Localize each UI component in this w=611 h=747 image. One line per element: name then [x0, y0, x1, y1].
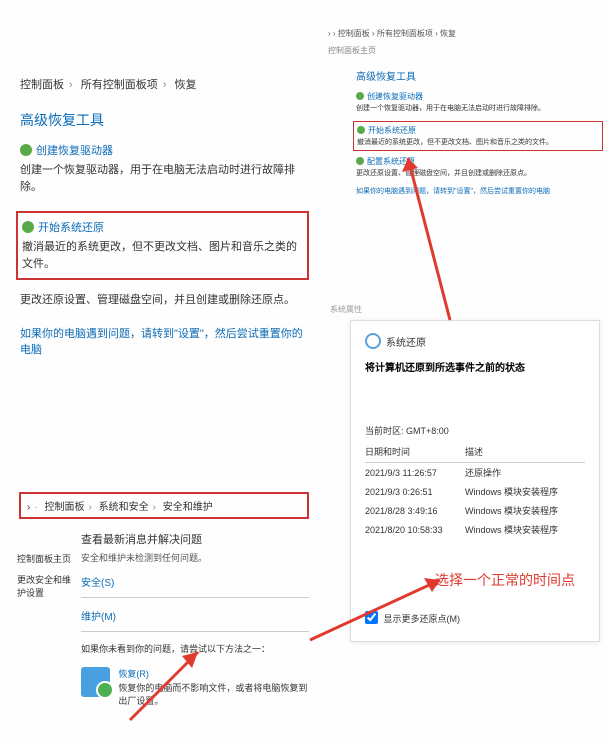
sidebar-item-home[interactable]: 控制面板主页	[17, 552, 72, 565]
option-start-system-restore[interactable]: 开始系统还原 撤消最近的系统更改，但不更改文档、图片和音乐之类的文件。	[357, 125, 599, 147]
highlight-red-box: 开始系统还原 撤消最近的系统更改，但不更改文档、图片和音乐之类的文件。	[353, 121, 603, 151]
dialog-heading: 将计算机还原到所选事件之前的状态	[365, 359, 585, 374]
dialog-title: 系统还原	[365, 333, 585, 349]
fine-print-link[interactable]: 如果你的电脑遇到问题，请转到"设置"，然后尝试重置你的电脑	[356, 186, 600, 196]
recovery-desc: 恢复你的电脑而不影响文件，或者将电脑恢复到出厂设置。	[118, 682, 309, 707]
table-row[interactable]: 2021/9/3 0:26:51Windows 模块安装程序	[365, 482, 585, 501]
option-create-recovery-drive[interactable]: 创建恢复驱动器 创建一个恢复驱动器，用于在电脑无法启动时进行故障排除。	[20, 142, 305, 195]
page-title: 高级恢复工具	[20, 110, 305, 130]
crumb-recovery[interactable]: 恢复	[174, 79, 196, 91]
crumb-arrow: ›	[27, 502, 30, 513]
option-desc: 更改还原设置、管理磁盘空间，并且创建或删除还原点。	[356, 168, 600, 178]
timezone-label: 当前时区: GMT+8:00	[365, 424, 585, 437]
table-row[interactable]: 2021/9/3 11:26:57还原操作	[365, 463, 585, 483]
security-expand-link[interactable]: 安全(S)	[81, 574, 309, 589]
crumb-control-panel[interactable]: 控制面板	[20, 79, 64, 91]
fine-print-link[interactable]: 如果你的电脑遇到问题，请转到"设置"，然后尝试重置你的电脑	[20, 325, 305, 357]
option-configure-restore[interactable]: 更改还原设置、管理磁盘空间，并且创建或删除还原点。	[20, 292, 305, 309]
recovery-panel-small: › › 控制面板 › 所有控制面板项 › 恢复 控制面板主页 高级恢复工具 创建…	[328, 28, 600, 196]
crumb-control-panel[interactable]: 控制面板	[44, 502, 84, 513]
breadcrumb: › › 控制面板 › 所有控制面板项 › 恢复	[328, 28, 600, 39]
crumb-system-security[interactable]: 系统和安全	[99, 502, 149, 513]
option-desc: 更改还原设置、管理磁盘空间，并且创建或删除还原点。	[20, 292, 305, 309]
try-note: 如果你未看到你的问题，请尝试以下方法之一：	[81, 642, 309, 655]
security-maintenance-panel: ›· 控制面板› 系统和安全› 安全和维护 控制面板主页 更改安全和维护设置 查…	[19, 492, 309, 707]
option-configure-restore[interactable]: 配置系统还原 更改还原设置、管理磁盘空间，并且创建或删除还原点。	[356, 156, 600, 178]
system-restore-dialog: 系统还原 将计算机还原到所选事件之前的状态 当前时区: GMT+8:00 日期和…	[350, 320, 600, 642]
annotation-text: 选择一个正常的时间点	[435, 570, 575, 590]
section-title: 查看最新消息并解决问题	[81, 531, 309, 547]
show-more-checkbox[interactable]	[365, 611, 378, 624]
option-start-system-restore[interactable]: 开始系统还原 撤消最近的系统更改，但不更改文档、图片和音乐之类的文件。	[22, 219, 303, 272]
page-title: 高级恢复工具	[356, 68, 600, 83]
recovery-link[interactable]: 恢复(R)	[118, 667, 309, 680]
option-header: 开始系统还原	[22, 219, 303, 235]
option-create-recovery-drive[interactable]: 创建恢复驱动器 创建一个恢复驱动器，用于在电脑无法启动时进行故障排除。	[356, 91, 600, 113]
option-desc: 撤消最近的系统更改，但不更改文档、图片和音乐之类的文件。	[22, 239, 303, 272]
sidebar: 控制面板主页 更改安全和维护设置	[17, 552, 72, 607]
recovery-icon	[81, 667, 110, 697]
option-desc: 撤消最近的系统更改，但不更改文档、图片和音乐之类的文件。	[357, 137, 599, 147]
sidebar-item-settings[interactable]: 更改安全和维护设置	[17, 573, 72, 599]
control-panel-home-link[interactable]: 控制面板主页	[328, 45, 376, 56]
show-more-label: 显示更多还原点(M)	[384, 614, 461, 624]
divider	[81, 631, 309, 632]
divider	[81, 597, 309, 598]
restore-points-table: 日期和时间 描述 2021/9/3 11:26:57还原操作 2021/9/3 …	[365, 445, 585, 539]
show-more-checkbox-row[interactable]: 显示更多还原点(M)	[365, 611, 585, 625]
option-header: 配置系统还原	[356, 156, 600, 167]
option-header: 创建恢复驱动器	[20, 142, 305, 158]
crumb-all-items[interactable]: 所有控制面板项	[81, 79, 158, 91]
highlight-red-box: 开始系统还原 撤消最近的系统更改，但不更改文档、图片和音乐之类的文件。	[16, 211, 309, 280]
section-subtitle: 安全和维护未检测到任何问题。	[81, 551, 309, 564]
option-header: 创建恢复驱动器	[356, 91, 600, 102]
recovery-panel-large: 控制面板› 所有控制面板项› 恢复 高级恢复工具 创建恢复驱动器 创建一个恢复驱…	[20, 78, 305, 357]
breadcrumb: 控制面板› 所有控制面板项› 恢复	[20, 76, 196, 92]
option-desc: 创建一个恢复驱动器，用于在电脑无法启动时进行故障排除。	[20, 162, 305, 195]
option-desc: 创建一个恢复驱动器，用于在电脑无法启动时进行故障排除。	[356, 103, 600, 113]
breadcrumb-highlighted: ›· 控制面板› 系统和安全› 安全和维护	[19, 492, 309, 519]
crumb-security-maintenance[interactable]: 安全和维护	[163, 502, 213, 513]
table-row[interactable]: 2021/8/20 10:58:33Windows 模块安装程序	[365, 520, 585, 539]
table-row[interactable]: 2021/8/28 3:49:16Windows 模块安装程序	[365, 501, 585, 520]
col-description[interactable]: 描述	[465, 445, 585, 463]
window-meta-label: 系统属性	[330, 304, 362, 315]
maintenance-expand-link[interactable]: 维护(M)	[81, 608, 309, 623]
option-header: 开始系统还原	[357, 125, 599, 136]
col-datetime[interactable]: 日期和时间	[365, 445, 465, 463]
recovery-row[interactable]: 恢复(R) 恢复你的电脑而不影响文件，或者将电脑恢复到出厂设置。	[81, 667, 309, 707]
